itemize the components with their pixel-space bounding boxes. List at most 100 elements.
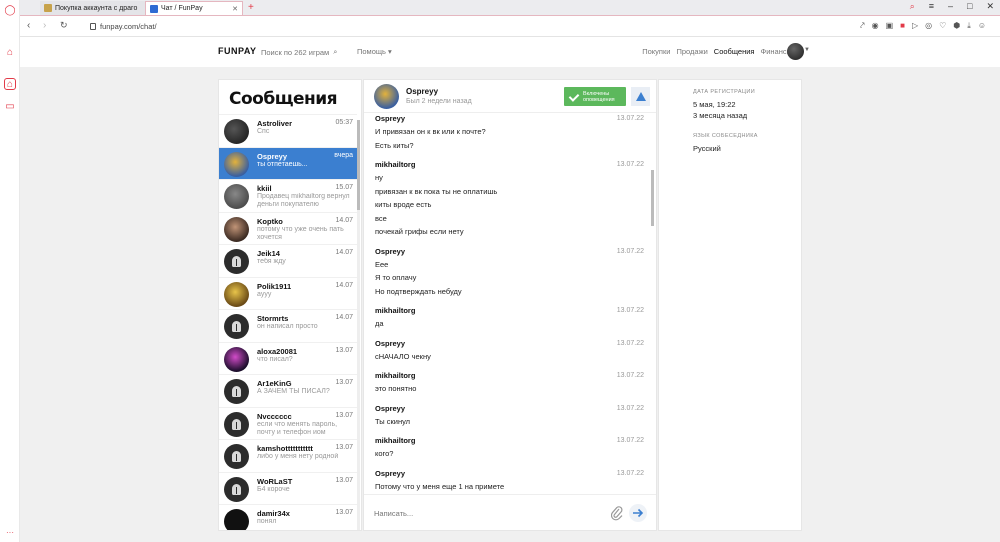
- profile-icon[interactable]: ☺: [978, 21, 986, 31]
- user-avatar[interactable]: [787, 43, 804, 60]
- contact-avatar: [224, 444, 249, 469]
- contact-avatar: [224, 314, 249, 339]
- translate-icon[interactable]: ▣: [886, 21, 894, 31]
- tab-purchase[interactable]: Покупка аккаунта с драго ✕: [40, 1, 160, 15]
- warning-icon: [635, 92, 646, 101]
- message-author[interactable]: mikhailtorg: [375, 159, 640, 171]
- chevron-down-icon[interactable]: ▼: [804, 47, 810, 53]
- contact-date: 14.07: [335, 281, 353, 289]
- close-icon[interactable]: ✕: [229, 5, 238, 13]
- heart-icon[interactable]: ♡: [939, 21, 946, 31]
- check-icon: [568, 91, 579, 102]
- new-tab-icon[interactable]: +: [248, 2, 254, 13]
- partner-info-panel: Дата регистрации 5 мая, 19:22 3 месяца н…: [658, 79, 802, 531]
- send-icon[interactable]: ▷: [912, 21, 918, 31]
- gamepad-icon[interactable]: ▭: [4, 100, 16, 112]
- window-controls: ⌕ ≡ – □ ✕: [910, 1, 994, 12]
- contact-preview: Продавец mikhailtorg вернул деньги покуп…: [257, 193, 350, 208]
- contact-preview: ты отпетаешь...: [257, 160, 308, 168]
- contact-item[interactable]: Koptko 14.07 потому что уже очень пать хоч…: [219, 211, 357, 245]
- funpay-logo[interactable]: FUNPAY: [218, 46, 257, 56]
- message-author[interactable]: Ospreyy: [375, 114, 640, 125]
- contact-item[interactable]: Nvcccccc 13.07 если что менять пароль, поч…: [219, 406, 357, 440]
- send-button[interactable]: [629, 504, 647, 522]
- nav-messages[interactable]: Сообщения: [714, 47, 755, 56]
- message-text: ну: [375, 173, 383, 182]
- close-window-icon[interactable]: ✕: [986, 1, 994, 12]
- browser-sidebar: ◯ ⌂ ⌂ ▭ ···: [0, 0, 20, 542]
- contact-item[interactable]: Jeik14 14.07 тебя жду: [219, 244, 357, 277]
- contact-item[interactable]: kamshottttttttttt 13.07 либо у меня нету р…: [219, 439, 357, 472]
- contact-item[interactable]: Polik1911 14.07 аууу: [219, 276, 357, 310]
- message-text: Но подтверждать небуду: [375, 286, 462, 296]
- game-search[interactable]: Поиск по 262 играм ⌕: [261, 47, 337, 57]
- message-author[interactable]: mikhailtorg: [375, 435, 640, 447]
- contact-preview: если что менять пароль, почту и телефон …: [257, 420, 338, 436]
- share-icon[interactable]: ⤤: [860, 21, 865, 31]
- notif-label: Включены оповещения: [583, 91, 615, 103]
- message-date: 13.07.22: [616, 404, 644, 412]
- contact-name: Astroliver: [257, 119, 293, 128]
- contact-item[interactable]: Stormrts 14.07 он написал просто: [219, 309, 357, 342]
- search-tabs-icon[interactable]: ⌕: [910, 1, 915, 12]
- more-icon[interactable]: ···: [4, 526, 16, 538]
- contact-item[interactable]: kkiil 15.07 Продавец mikhailtorg вернул де…: [219, 179, 357, 212]
- camera-icon[interactable]: ◉: [872, 21, 879, 31]
- download-icon[interactable]: ⤓: [967, 21, 971, 31]
- message-author[interactable]: mikhailtorg: [375, 370, 640, 382]
- contact-preview: Спс: [257, 128, 270, 135]
- contact-preview: Б4 короче: [257, 485, 290, 493]
- message: mikhailtorg 13.07.22 ну привязан к вк пока …: [364, 154, 650, 241]
- lock-icon: [90, 23, 96, 30]
- message-author[interactable]: Ospreyy: [375, 246, 640, 258]
- message-author[interactable]: Ospreyy: [375, 338, 640, 350]
- chat-panel: Ospreyy Был 2 недели назад Включены опов…: [363, 79, 657, 531]
- contact-item[interactable]: Astroliver 05:37 Спс: [219, 114, 357, 147]
- contact-preview: А ЗАЧЕМ ТЫ ПИСАЛ?: [257, 388, 330, 395]
- message-author[interactable]: mikhailtorg: [375, 305, 640, 317]
- partner-avatar[interactable]: [374, 84, 399, 109]
- nav-sales[interactable]: Продажи: [676, 47, 707, 56]
- messages-scrollbar[interactable]: [651, 114, 655, 494]
- contact-date: 14.07: [335, 216, 353, 224]
- tab-chat[interactable]: Чат / FunPay ✕: [145, 1, 243, 15]
- site-header: FUNPAY Поиск по 262 играм ⌕ Помощь ▾ Пок…: [20, 37, 1000, 67]
- browser-tools: ⤤ ◉ ▣ ■ ▷ ◎ ♡ ⬢ ⤓ ☺: [860, 21, 986, 31]
- message-input[interactable]: [374, 505, 594, 521]
- forward-icon[interactable]: ›: [43, 20, 46, 31]
- minimize-icon[interactable]: –: [948, 1, 953, 12]
- contact-name: Ospreyy: [257, 151, 288, 161]
- help-menu[interactable]: Помощь ▾: [357, 47, 392, 56]
- contact-item[interactable]: Ar1eKinG 13.07 А ЗАЧЕМ ТЫ ПИСАЛ?: [219, 374, 357, 407]
- partner-name[interactable]: Ospreyy: [406, 87, 438, 96]
- adblock-icon[interactable]: ■: [900, 21, 905, 31]
- message-feed: Ospreyy 13.07.22 И привязан он к вк или к …: [364, 114, 650, 494]
- message-text: сНАЧАЛО чекну: [375, 351, 431, 361]
- contact-item[interactable]: aloxa20081 13.07 что писал?: [219, 341, 357, 375]
- home-icon[interactable]: ⌂: [4, 78, 16, 90]
- contact-name: WoRLaST: [257, 476, 293, 486]
- url-field[interactable]: funpay.com/chat/: [90, 22, 157, 31]
- funpay-favicon-icon: [150, 4, 158, 13]
- message-text: да: [375, 319, 384, 328]
- menu-icon[interactable]: ≡: [929, 1, 934, 12]
- notifications-toggle[interactable]: Включены оповещения: [564, 87, 626, 106]
- contact-item[interactable]: damir34x 13.07 понял: [219, 504, 357, 530]
- contact-date: 14.07: [335, 314, 353, 321]
- contact-item[interactable]: Ospreyy вчера ты отпетаешь...: [219, 146, 357, 179]
- report-button[interactable]: [631, 87, 650, 106]
- attach-icon[interactable]: [610, 504, 624, 522]
- message-author[interactable]: Ospreyy: [375, 468, 640, 480]
- contact-item[interactable]: WoRLaST 13.07 Б4 короче: [219, 471, 357, 505]
- bag-icon[interactable]: ⌂: [4, 46, 16, 58]
- extensions-icon[interactable]: ⬢: [953, 21, 960, 31]
- contacts-scrollbar[interactable]: [357, 120, 360, 530]
- message-author[interactable]: Ospreyy: [375, 403, 640, 415]
- nav-purchases[interactable]: Покупки: [642, 47, 670, 56]
- vpn-icon[interactable]: ◎: [925, 21, 932, 31]
- contact-date: 05:37: [335, 119, 353, 126]
- opera-logo-icon[interactable]: ◯: [4, 4, 16, 16]
- maximize-icon[interactable]: □: [967, 1, 972, 12]
- back-icon[interactable]: ‹: [27, 20, 30, 31]
- reload-icon[interactable]: ↻: [60, 20, 68, 31]
